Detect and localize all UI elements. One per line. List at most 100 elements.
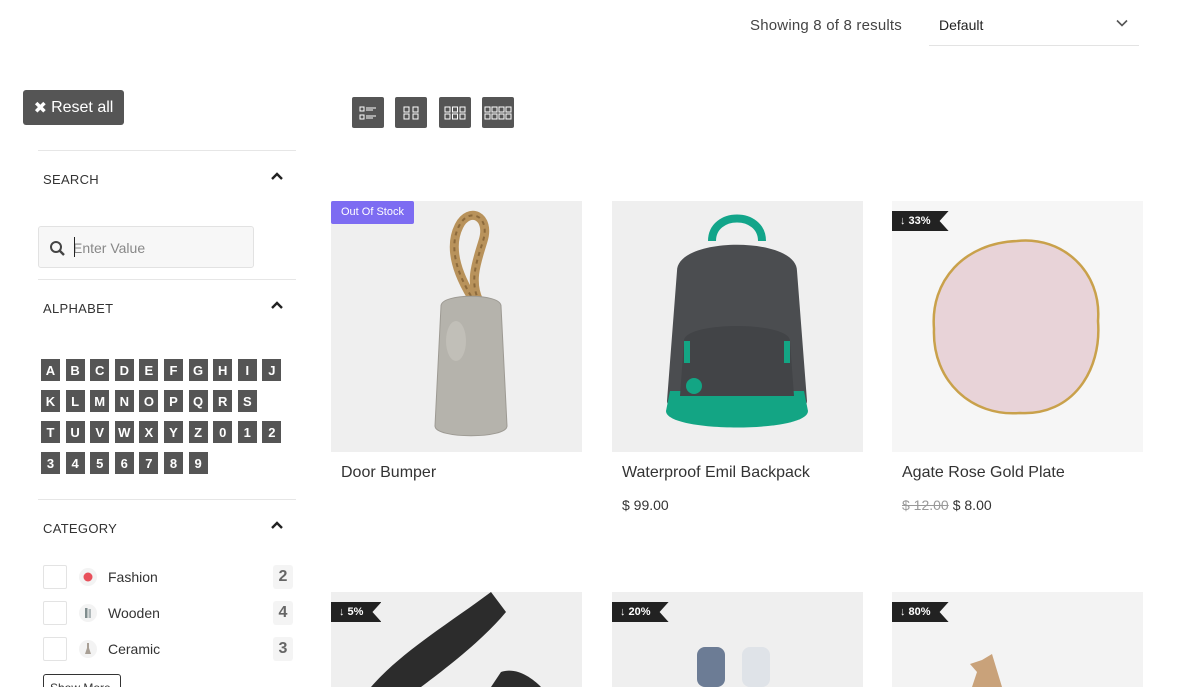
chevron-up-icon[interactable] — [270, 171, 284, 181]
category-thumbnail — [79, 640, 97, 658]
category-thumbnail — [79, 604, 97, 622]
category-label[interactable]: Ceramic — [108, 641, 160, 657]
category-count: 4 — [273, 601, 293, 625]
reset-all-button[interactable]: ✖ Reset all — [23, 90, 124, 125]
category-checkbox[interactable] — [43, 565, 67, 589]
product-card[interactable]: ↓ 20% — [612, 592, 863, 687]
grid-2-icon — [403, 106, 419, 119]
alphabet-letter-9[interactable]: 9 — [188, 452, 208, 474]
old-price: $ 12.00 — [902, 497, 949, 513]
product-image[interactable]: ↓ 5% — [331, 592, 582, 687]
search-field[interactable] — [38, 226, 254, 268]
alphabet-letter-n[interactable]: N — [114, 390, 134, 412]
door-bumper-image — [434, 210, 508, 437]
search-input[interactable] — [73, 236, 243, 260]
alphabet-letter-8[interactable]: 8 — [164, 452, 183, 474]
product-card[interactable]: Waterproof Emil Backpack $ 99.00 — [612, 201, 863, 513]
alphabet-letter-u[interactable]: U — [65, 421, 85, 443]
results-count: Showing 8 of 8 results — [750, 17, 902, 34]
product-card[interactable]: Out Of Stock Door Bumper — [331, 201, 582, 481]
alphabet-letter-k[interactable]: K — [41, 390, 60, 412]
alphabet-letter-y[interactable]: Y — [164, 421, 183, 443]
category-label[interactable]: Wooden — [108, 605, 160, 621]
chevron-down-icon — [1116, 19, 1128, 27]
alphabet-letter-j[interactable]: J — [262, 359, 282, 381]
alphabet-letter-o[interactable]: O — [139, 390, 159, 412]
grid-4-icon — [484, 106, 512, 119]
out-of-stock-badge: Out Of Stock — [331, 201, 414, 224]
grid-4-view-button[interactable] — [482, 97, 514, 128]
category-item-wooden[interactable]: Wooden 4 — [43, 601, 293, 625]
alphabet-letter-a[interactable]: A — [41, 359, 60, 381]
alphabet-letter-b[interactable]: B — [65, 359, 85, 381]
alphabet-letter-f[interactable]: F — [164, 359, 183, 381]
product-image[interactable] — [612, 201, 863, 452]
backpack-image — [666, 214, 808, 428]
alphabet-letter-g[interactable]: G — [188, 359, 208, 381]
alphabet-letter-c[interactable]: C — [90, 359, 110, 381]
search-icon — [50, 241, 65, 256]
alphabet-letter-1[interactable]: 1 — [237, 421, 257, 443]
alphabet-letter-e[interactable]: E — [139, 359, 159, 381]
category-item-ceramic[interactable]: Ceramic 3 — [43, 637, 293, 661]
category-checkbox[interactable] — [43, 637, 67, 661]
chevron-up-icon[interactable] — [270, 300, 284, 310]
chevron-up-icon[interactable] — [270, 520, 284, 530]
alphabet-letter-d[interactable]: D — [114, 359, 134, 381]
category-thumbnail — [79, 568, 97, 586]
alphabet-letter-2[interactable]: 2 — [262, 421, 282, 443]
category-count: 2 — [273, 565, 293, 589]
product-price: $ 12.00 $ 8.00 — [902, 497, 992, 513]
alphabet-letter-6[interactable]: 6 — [114, 452, 134, 474]
product-name[interactable]: Waterproof Emil Backpack — [622, 464, 810, 482]
alphabet-letter-l[interactable]: L — [65, 390, 85, 412]
category-label[interactable]: Fashion — [108, 569, 158, 585]
grid-3-view-button[interactable] — [439, 97, 471, 128]
alphabet-letter-p[interactable]: P — [164, 390, 183, 412]
product-price: $ 99.00 — [622, 497, 669, 513]
product-name[interactable]: Agate Rose Gold Plate — [902, 464, 1065, 482]
product-card[interactable]: ↓ 5% — [331, 592, 582, 687]
product-image[interactable]: ↓ 33% — [892, 201, 1143, 452]
search-section-title: SEARCH — [43, 172, 99, 187]
product-image[interactable]: ↓ 80% — [892, 592, 1143, 687]
alphabet-letter-x[interactable]: X — [139, 421, 159, 443]
category-count: 3 — [273, 637, 293, 661]
alphabet-letter-r[interactable]: R — [213, 390, 233, 412]
current-price: $ 8.00 — [952, 497, 992, 513]
close-icon: ✖ — [33, 99, 48, 117]
product-image[interactable]: Out Of Stock — [331, 201, 582, 452]
alphabet-letter-m[interactable]: M — [90, 390, 110, 412]
grid-2-view-button[interactable] — [395, 97, 427, 128]
sort-select-value: Default — [939, 17, 984, 33]
alphabet-letter-i[interactable]: I — [237, 359, 257, 381]
sort-select[interactable]: Default — [929, 6, 1139, 46]
alphabet-section-title: ALPHABET — [43, 301, 114, 316]
list-view-button[interactable] — [352, 97, 384, 128]
list-view-icon — [359, 106, 376, 119]
alphabet-letter-q[interactable]: Q — [188, 390, 208, 412]
product-card[interactable]: ↓ 33% Agate Rose Gold Plate $ 12.00 $ 8.0… — [892, 201, 1143, 513]
current-price: $ 99.00 — [622, 497, 669, 513]
grid-3-icon — [444, 106, 466, 119]
alphabet-letter-z[interactable]: Z — [188, 421, 208, 443]
alphabet-letter-v[interactable]: V — [90, 421, 110, 443]
divider — [38, 279, 296, 280]
category-item-fashion[interactable]: Fashion 2 — [43, 565, 293, 589]
alphabet-letter-3[interactable]: 3 — [41, 452, 60, 474]
product-card[interactable]: ↓ 80% — [892, 592, 1143, 687]
alphabet-letter-4[interactable]: 4 — [65, 452, 85, 474]
alphabet-letter-t[interactable]: T — [41, 421, 60, 443]
alphabet-letter-0[interactable]: 0 — [213, 421, 233, 443]
alphabet-letter-7[interactable]: 7 — [139, 452, 159, 474]
alphabet-letter-s[interactable]: S — [237, 390, 257, 412]
alphabet-letter-5[interactable]: 5 — [90, 452, 110, 474]
category-checkbox[interactable] — [43, 601, 67, 625]
product-image[interactable]: ↓ 20% — [612, 592, 863, 687]
text-cursor — [74, 237, 75, 257]
show-more-button[interactable]: Show More — [43, 674, 121, 687]
divider — [38, 150, 296, 151]
alphabet-letter-h[interactable]: H — [213, 359, 233, 381]
product-name[interactable]: Door Bumper — [341, 464, 436, 482]
alphabet-letter-w[interactable]: W — [114, 421, 134, 443]
